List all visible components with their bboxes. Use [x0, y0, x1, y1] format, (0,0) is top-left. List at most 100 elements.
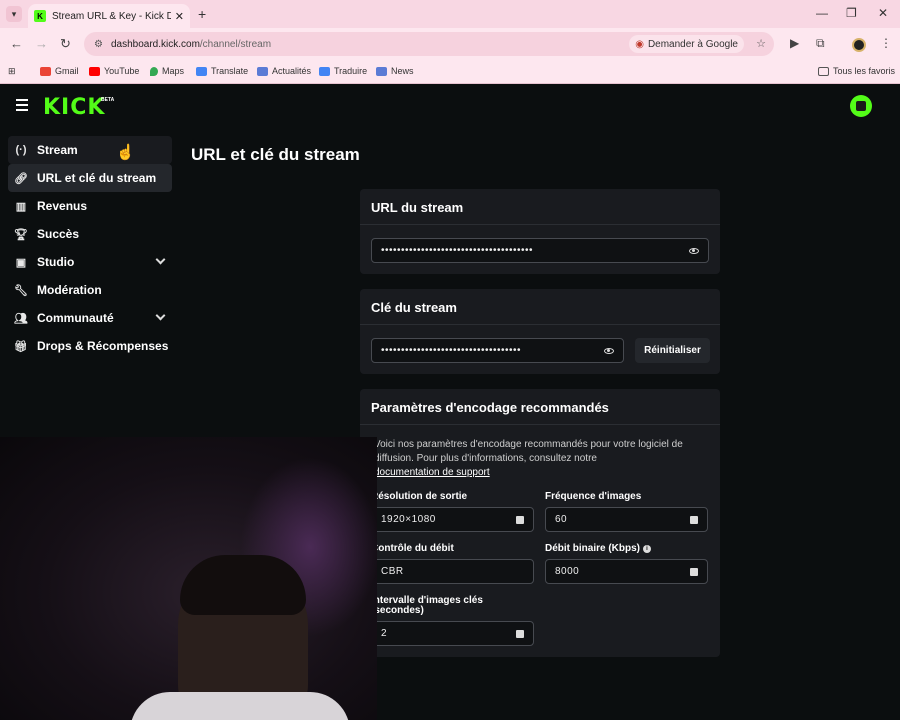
support-doc-link[interactable]: documentation de support [374, 466, 714, 480]
sidebar-item-stream[interactable]: (·) Stream [8, 136, 172, 164]
resolution-label: Résolution de sortie [371, 491, 468, 502]
site-settings-icon[interactable]: ⚙ [94, 39, 103, 50]
bitrate-field[interactable]: 8000 [545, 559, 708, 584]
address-bar[interactable]: ⚙ dashboard.kick.com/channel/stream ◉ De… [84, 32, 774, 56]
sidebar: (·) Stream 🔗︎ URL et clé du stream ▥ Rev… [8, 136, 172, 360]
beta-badge: BETA [101, 97, 115, 103]
bookmark-actualites[interactable]: Actualités [257, 66, 311, 76]
link-icon: 🔗︎ [14, 172, 28, 185]
reload-icon[interactable]: ↻ [60, 36, 71, 52]
cast-icon[interactable]: ▶ [790, 36, 799, 50]
stream-url-card: URL du stream ••••••••••••••••••••••••••… [360, 189, 720, 274]
bookmark-news[interactable]: News [376, 66, 414, 76]
browser-tab[interactable]: K Stream URL & Key - Kick Dashb ✕ [28, 4, 190, 28]
sidebar-item-studio[interactable]: ▣ Studio [8, 248, 172, 276]
mouse-cursor-icon: ☝ [116, 144, 135, 161]
kick-logo[interactable]: KICK [43, 95, 105, 120]
sidebar-item-label: Stream [37, 143, 78, 157]
sidebar-item-communaute[interactable]: 👥︎ Communauté [8, 304, 172, 332]
users-icon: 👥︎ [14, 312, 28, 325]
close-window-icon[interactable]: ✕ [878, 6, 888, 20]
gmail-icon [40, 66, 51, 76]
stream-url-masked: •••••••••••••••••••••••••••••••••••••• [381, 245, 534, 256]
sidebar-item-label: Communauté [37, 311, 114, 325]
folder-icon [818, 66, 829, 76]
keyframe-field[interactable]: 2 [371, 621, 534, 646]
menu-icon[interactable] [16, 99, 28, 114]
bookmark-gmail[interactable]: Gmail [40, 66, 79, 76]
bookmark-maps[interactable]: Maps [150, 66, 184, 76]
encoding-card: Paramètres d'encodage recommandés Voici … [360, 389, 720, 657]
studio-icon: ▣ [15, 256, 27, 269]
bar-chart-icon: ▥ [15, 200, 27, 213]
show-key-eye-icon[interactable] [604, 347, 614, 354]
info-icon[interactable]: i [643, 545, 652, 553]
keyframe-label: Intervalle d'images clés (secondes) [371, 595, 483, 616]
restore-icon[interactable]: ❐ [846, 6, 857, 20]
browser-tab-strip: ▾ K Stream URL & Key - Kick Dashb ✕ + — … [0, 0, 900, 28]
copy-icon[interactable] [516, 515, 524, 524]
chevron-down-icon[interactable] [155, 310, 166, 321]
stream-key-heading: Clé du stream [360, 289, 720, 325]
profile-avatar[interactable] [852, 38, 866, 52]
maps-icon [150, 66, 158, 76]
tab-search-icon[interactable]: ▾ [6, 6, 22, 22]
stream-url-field[interactable]: •••••••••••••••••••••••••••••••••••••• [371, 238, 709, 263]
bookmark-star-icon[interactable]: ☆ [756, 37, 766, 50]
bookmark-youtube[interactable]: YouTube [89, 66, 139, 76]
url-path: /channel/stream [199, 38, 272, 50]
new-tab-icon[interactable]: + [198, 6, 206, 22]
show-url-eye-icon[interactable] [689, 247, 699, 254]
copy-icon[interactable] [690, 515, 698, 524]
stream-key-card: Clé du stream ••••••••••••••••••••••••••… [360, 289, 720, 374]
stream-url-heading: URL du stream [360, 189, 720, 225]
stream-key-field[interactable]: ••••••••••••••••••••••••••••••••••• [371, 338, 624, 363]
browser-toolbar: ← → ↻ ⚙ dashboard.kick.com/channel/strea… [0, 28, 900, 60]
copy-icon[interactable] [516, 629, 524, 638]
url-host: dashboard.kick.com [110, 38, 200, 50]
sidebar-item-label: Drops & Récompenses [37, 339, 169, 353]
gift-icon: 🎁︎ [14, 340, 28, 353]
resolution-field[interactable]: 1920×1080 [371, 507, 534, 532]
stream-key-masked: ••••••••••••••••••••••••••••••••••• [381, 345, 522, 356]
translate-icon [196, 66, 207, 76]
ask-google-button[interactable]: ◉ Demander à Google [629, 35, 744, 53]
sidebar-item-label: Studio [37, 255, 75, 269]
reset-key-button[interactable]: Réinitialiser [635, 338, 710, 363]
close-tab-icon[interactable]: ✕ [175, 10, 184, 23]
back-icon[interactable]: ← [10, 36, 23, 51]
encoding-heading: Paramètres d'encodage recommandés [360, 389, 720, 425]
bitrate-label: Débit binaire (Kbps) i [545, 544, 652, 554]
sidebar-item-revenus[interactable]: ▥ Revenus [8, 192, 172, 220]
broadcast-icon: (·) [15, 144, 27, 156]
sidebar-item-label: Revenus [37, 199, 88, 213]
chevron-down-icon[interactable] [155, 254, 166, 265]
minimize-icon[interactable]: — [816, 6, 828, 20]
kick-favicon-icon: K [34, 10, 46, 22]
apps-grid-icon[interactable]: ⊞ [8, 66, 16, 77]
fps-label: Fréquence d'images [545, 491, 642, 502]
extensions-icon[interactable]: ⧉ [816, 36, 825, 51]
sidebar-item-moderation[interactable]: 🔧︎ Modération [8, 276, 172, 304]
forward-icon[interactable]: → [35, 36, 48, 51]
user-avatar[interactable] [850, 95, 872, 117]
sidebar-item-url-key[interactable]: 🔗︎ URL et clé du stream [8, 164, 172, 192]
copy-icon[interactable] [690, 567, 698, 576]
tab-title: Stream URL & Key - Kick Dashb [52, 10, 171, 22]
sidebar-item-succes[interactable]: 🏆︎ Succès [8, 220, 172, 248]
rate-control-field[interactable]: CBR [371, 559, 534, 584]
bookmarks-bar: ⊞ Gmail YouTube Maps Translate Actualité… [0, 60, 900, 84]
sidebar-item-label: Modération [37, 283, 102, 297]
webcam-overlay [0, 437, 377, 720]
bookmark-traduire[interactable]: Traduire [319, 66, 367, 76]
browser-menu-icon[interactable]: ⋮ [880, 36, 892, 50]
bookmark-translate[interactable]: Translate [196, 66, 248, 76]
news-icon [257, 66, 268, 76]
all-bookmarks[interactable]: Tous les favoris [818, 66, 895, 76]
encoding-description: Voici nos paramètres d'encodage recomman… [374, 438, 714, 480]
sidebar-item-label: Succès [37, 227, 80, 241]
rate-control-label: Contrôle du débit [371, 543, 454, 554]
page-title: URL et clé du stream [191, 145, 360, 164]
sidebar-item-drops[interactable]: 🎁︎ Drops & Récompenses [8, 332, 172, 360]
fps-field[interactable]: 60 [545, 507, 708, 532]
